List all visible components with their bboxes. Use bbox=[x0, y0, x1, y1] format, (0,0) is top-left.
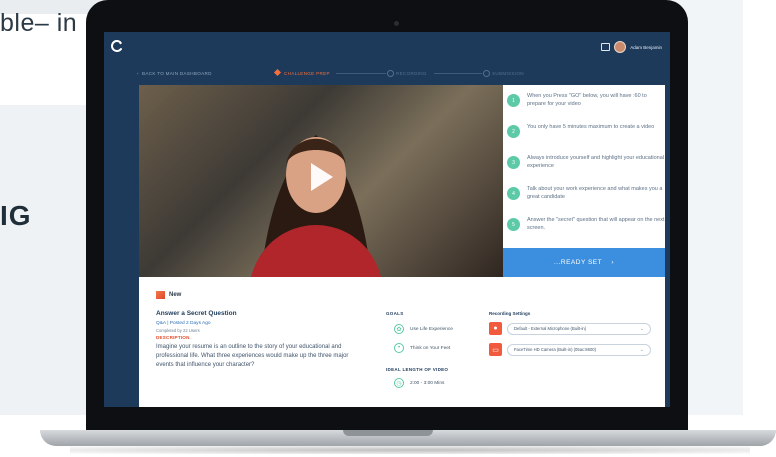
step-number-badge: 3 bbox=[507, 156, 520, 169]
recording-settings-heading: Recording Settings bbox=[489, 311, 531, 316]
laptop-notch bbox=[343, 430, 433, 436]
step-number-badge: 4 bbox=[507, 187, 520, 200]
clock-icon: ◷ bbox=[394, 378, 404, 388]
step-number-badge: 2 bbox=[507, 125, 520, 138]
goal-item: ✿ Use Life Experience bbox=[394, 324, 453, 334]
new-badge-label: New bbox=[169, 292, 182, 298]
calendar-icon[interactable] bbox=[601, 43, 611, 51]
camera-select[interactable]: FaceTime HD Camera (Built-in) (05ac:8600… bbox=[507, 343, 651, 356]
step-number-badge: 5 bbox=[507, 218, 520, 231]
instruction-item: 5 Answer the "secret" question that will… bbox=[507, 216, 665, 232]
video-preview[interactable] bbox=[139, 85, 503, 277]
ready-set-button[interactable]: ...READY SET › bbox=[503, 248, 665, 277]
back-to-dashboard-link[interactable]: ‹ BACK TO MAIN DASHBOARD bbox=[137, 71, 212, 76]
description-text: Imagine your resume is an outline to the… bbox=[156, 344, 349, 369]
step-recording: RECORDING bbox=[396, 71, 427, 76]
step-marker bbox=[483, 69, 490, 77]
ideal-length-heading: IDEAL LENGTH OF VIDEO bbox=[386, 367, 449, 372]
ideal-length: ◷ 2:00 - 3:00 Mins bbox=[394, 378, 444, 388]
challenge-info-card: New Answer a Secret Question Q&A | Poste… bbox=[139, 277, 665, 407]
instruction-item: 4 Talk about your work experience and wh… bbox=[507, 185, 665, 201]
ideal-length-value: 2:00 - 3:00 Mins bbox=[410, 380, 445, 386]
background-text-top: ble– in bbox=[0, 9, 78, 37]
step-submission: SUBMISSION bbox=[492, 71, 524, 76]
microphone-setting: ● Default - External Microphone (Built-i… bbox=[489, 322, 651, 335]
step-marker-active bbox=[273, 68, 282, 76]
laptop-shadow bbox=[70, 446, 750, 454]
ready-set-label: ...READY SET bbox=[553, 259, 603, 266]
chevron-down-icon: ⌄ bbox=[639, 325, 644, 332]
step-challenge-prep: CHALLENGE PREP bbox=[284, 71, 330, 76]
instructions-panel: 1 When you Press "GO" below, you will ha… bbox=[503, 85, 665, 248]
user-name[interactable]: Adam Benjamin bbox=[630, 45, 662, 50]
instruction-text: Talk about your work experience and what… bbox=[527, 186, 663, 200]
description-heading: DESCRIPTION bbox=[156, 335, 190, 340]
progress-line bbox=[336, 72, 386, 74]
instruction-item: 2 You only have 5 minutes maximum to cre… bbox=[507, 123, 665, 138]
progress-line bbox=[434, 72, 482, 74]
chevron-down-icon: ⌄ bbox=[639, 346, 644, 353]
back-link-label: BACK TO MAIN DASHBOARD bbox=[141, 71, 212, 76]
microphone-select[interactable]: Default - External Microphone (Built-in)… bbox=[507, 322, 651, 335]
chevron-right-icon: › bbox=[611, 259, 615, 266]
life-experience-icon: ✿ bbox=[394, 324, 404, 334]
app-screen: Adam Benjamin ‹ BACK TO MAIN DASHBOARD C… bbox=[104, 32, 670, 407]
user-menu[interactable]: Adam Benjamin bbox=[601, 41, 662, 53]
background-text-left: IG bbox=[0, 200, 32, 231]
challenge-title: Answer a Secret Question bbox=[156, 310, 237, 317]
microphone-value: Default - External Microphone (Built-in) bbox=[514, 326, 587, 331]
goals-heading: GOALS bbox=[386, 311, 404, 316]
camera-value: FaceTime HD Camera (Built-in) (05ac:8600… bbox=[514, 347, 596, 352]
instruction-text: When you Press "GO" below, you will have… bbox=[527, 93, 647, 107]
goal-item: • Think on Your Feet bbox=[394, 343, 450, 353]
camera-icon: ▭ bbox=[489, 343, 502, 356]
new-badge: New bbox=[156, 291, 181, 299]
instruction-text: Answer the "secret" question that will a… bbox=[527, 217, 665, 231]
microphone-icon: ● bbox=[489, 322, 502, 335]
instruction-text: You only have 5 minutes maximum to creat… bbox=[527, 124, 655, 130]
webcam-dot bbox=[394, 21, 399, 26]
camera-setting: ▭ FaceTime HD Camera (Built-in) (05ac:86… bbox=[489, 343, 651, 356]
new-flag-icon bbox=[156, 291, 165, 299]
app-logo-icon[interactable] bbox=[111, 40, 123, 52]
avatar[interactable] bbox=[614, 41, 627, 53]
step-number-badge: 1 bbox=[507, 94, 520, 107]
think-icon: • bbox=[394, 343, 404, 353]
step-marker bbox=[387, 69, 394, 77]
instruction-item: 3 Always introduce yourself and highligh… bbox=[507, 154, 665, 170]
instruction-text: Always introduce yourself and highlight … bbox=[527, 155, 664, 169]
completed-count: Completed by 22 Users bbox=[156, 328, 200, 333]
play-icon[interactable] bbox=[311, 163, 333, 191]
video-subject-image bbox=[251, 135, 381, 277]
instruction-item: 1 When you Press "GO" below, you will ha… bbox=[507, 92, 665, 108]
goal-label: Use Life Experience bbox=[410, 326, 453, 332]
goal-label: Think on Your Feet bbox=[410, 345, 451, 351]
challenge-meta[interactable]: Q&A | Posted 2 Days Ago bbox=[156, 321, 211, 326]
